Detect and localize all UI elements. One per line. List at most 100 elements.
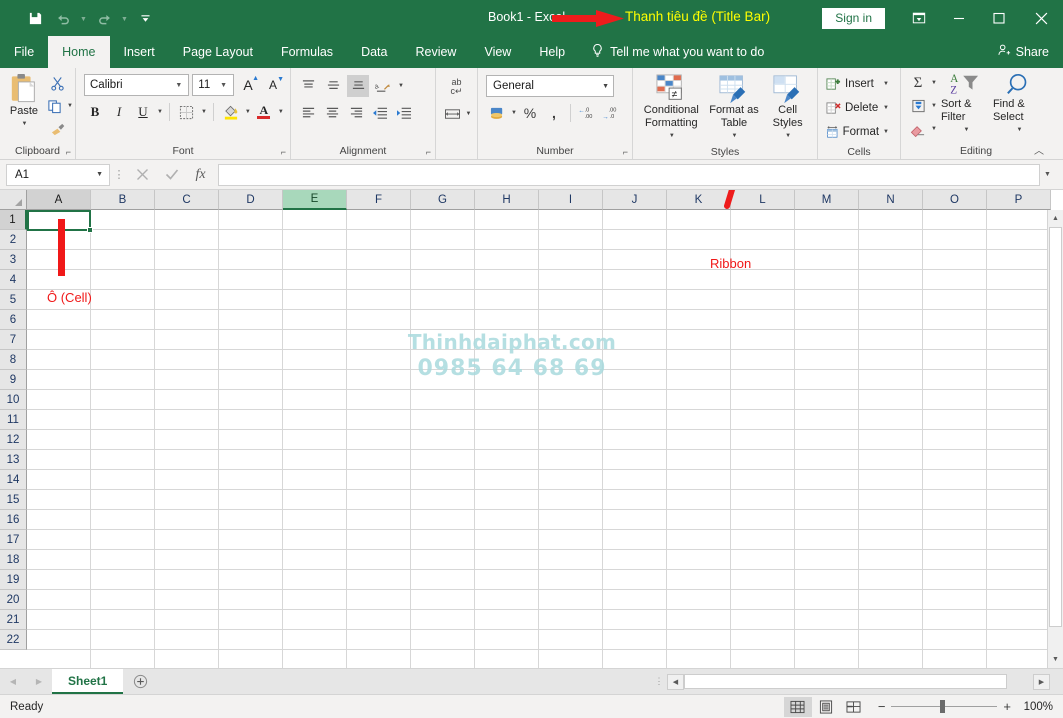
row-header-9[interactable]: 9 bbox=[0, 370, 27, 390]
paste-dropdown-icon[interactable]: ▼ bbox=[22, 118, 28, 131]
copy-icon[interactable] bbox=[43, 95, 65, 117]
font-color-icon[interactable]: A bbox=[253, 101, 275, 123]
fill-color-dropdown-icon[interactable]: ▼ bbox=[245, 109, 251, 115]
autosum-dropdown-icon[interactable]: ▼ bbox=[931, 80, 937, 86]
font-name-input[interactable]: Calibri ▼ bbox=[84, 74, 190, 96]
tab-formulas[interactable]: Formulas bbox=[267, 36, 347, 68]
column-header-n[interactable]: N bbox=[859, 190, 923, 210]
comma-style-button[interactable]: , bbox=[543, 102, 565, 124]
delete-cells-dropdown-icon[interactable]: ▼ bbox=[883, 105, 895, 111]
top-align-icon[interactable] bbox=[297, 75, 319, 97]
bottom-align-icon[interactable] bbox=[347, 75, 369, 97]
clear-icon[interactable] bbox=[907, 118, 929, 140]
ribbon-display-options-icon[interactable] bbox=[899, 3, 939, 33]
increase-decimal-icon[interactable]: ← .0.00 bbox=[576, 102, 598, 124]
undo-icon[interactable] bbox=[50, 6, 76, 30]
format-cells-dropdown-icon[interactable]: ▼ bbox=[883, 129, 895, 135]
format-as-table-button[interactable]: Format as Table ▼ bbox=[705, 72, 763, 145]
name-box-dropdown-icon[interactable]: ▼ bbox=[96, 171, 106, 178]
add-sheet-icon[interactable] bbox=[123, 669, 157, 694]
row-header-14[interactable]: 14 bbox=[0, 470, 27, 490]
row-header-7[interactable]: 7 bbox=[0, 330, 27, 350]
sort-filter-dropdown-icon[interactable]: ▼ bbox=[963, 124, 969, 137]
cell-area[interactable]: Ô (Cell) Ribbon Thinhdaiphat.com 0985 64… bbox=[27, 190, 1063, 668]
minimize-icon[interactable] bbox=[939, 3, 979, 33]
middle-align-icon[interactable] bbox=[322, 75, 344, 97]
row-header-18[interactable]: 18 bbox=[0, 550, 27, 570]
fill-icon[interactable] bbox=[907, 95, 929, 117]
delete-cells-button[interactable]: Delete ▼ bbox=[823, 96, 898, 120]
expand-formula-bar-icon[interactable]: ▼ bbox=[1040, 171, 1055, 178]
tab-page-layout[interactable]: Page Layout bbox=[169, 36, 267, 68]
column-header-m[interactable]: M bbox=[795, 190, 859, 210]
column-header-e[interactable]: E bbox=[283, 190, 347, 210]
maximize-icon[interactable] bbox=[979, 3, 1019, 33]
close-icon[interactable] bbox=[1019, 3, 1063, 33]
page-layout-view-icon[interactable] bbox=[812, 697, 840, 717]
formula-input[interactable] bbox=[218, 163, 1040, 186]
underline-dropdown-icon[interactable]: ▼ bbox=[157, 109, 163, 115]
scroll-up-icon[interactable]: ▲ bbox=[1048, 210, 1063, 227]
vertical-scroll-thumb[interactable] bbox=[1049, 227, 1062, 627]
redo-dropdown-icon[interactable]: ▼ bbox=[119, 6, 130, 30]
fill-color-icon[interactable] bbox=[220, 101, 242, 123]
tab-help[interactable]: Help bbox=[525, 36, 579, 68]
tab-review[interactable]: Review bbox=[401, 36, 470, 68]
alignment-dialog-launcher[interactable]: ⌐ bbox=[426, 147, 431, 157]
cell-styles-button[interactable]: Cell Styles ▼ bbox=[764, 72, 812, 145]
normal-view-icon[interactable] bbox=[783, 696, 812, 717]
vertical-scrollbar[interactable]: ▲ ▼ bbox=[1047, 210, 1063, 668]
row-header-17[interactable]: 17 bbox=[0, 530, 27, 550]
prev-sheet-icon[interactable]: ◀ bbox=[0, 669, 26, 694]
insert-function-icon[interactable]: fx bbox=[186, 164, 215, 186]
decrease-font-size-icon[interactable]: A ▼ bbox=[262, 74, 284, 96]
cell-styles-dropdown-icon[interactable]: ▼ bbox=[785, 130, 791, 143]
row-header-4[interactable]: 4 bbox=[0, 270, 27, 290]
zoom-track[interactable] bbox=[891, 700, 998, 713]
accounting-dropdown-icon[interactable]: ▼ bbox=[511, 110, 517, 116]
number-dialog-launcher[interactable]: ⌐ bbox=[623, 147, 628, 157]
increase-font-size-icon[interactable]: A ▲ bbox=[237, 74, 259, 96]
row-header-22[interactable]: 22 bbox=[0, 630, 27, 650]
row-header-19[interactable]: 19 bbox=[0, 570, 27, 590]
align-left-icon[interactable] bbox=[297, 102, 319, 124]
tab-insert[interactable]: Insert bbox=[110, 36, 169, 68]
column-header-a[interactable]: A bbox=[27, 190, 91, 210]
format-as-table-dropdown-icon[interactable]: ▼ bbox=[732, 130, 738, 143]
format-cells-button[interactable]: Format ▼ bbox=[823, 120, 898, 144]
clear-dropdown-icon[interactable]: ▼ bbox=[931, 126, 937, 132]
underline-button[interactable]: U bbox=[132, 101, 154, 123]
scroll-down-icon[interactable]: ▼ bbox=[1048, 651, 1063, 668]
row-header-8[interactable]: 8 bbox=[0, 350, 27, 370]
row-header-12[interactable]: 12 bbox=[0, 430, 27, 450]
clipboard-dialog-launcher[interactable]: ⌐ bbox=[66, 147, 71, 157]
undo-dropdown-icon[interactable]: ▼ bbox=[78, 6, 89, 30]
sort-filter-button[interactable]: A Z Sort & Filter ▼ bbox=[941, 72, 991, 137]
orientation-icon[interactable]: a bbox=[372, 75, 394, 97]
column-header-c[interactable]: C bbox=[155, 190, 219, 210]
tab-home[interactable]: Home bbox=[48, 36, 110, 68]
insert-cells-button[interactable]: Insert ▼ bbox=[823, 72, 898, 96]
find-select-button[interactable]: Find & Select ▼ bbox=[993, 72, 1045, 137]
bold-button[interactable]: B bbox=[84, 101, 106, 123]
increase-indent-icon[interactable] bbox=[393, 102, 415, 124]
column-header-i[interactable]: I bbox=[539, 190, 603, 210]
column-header-g[interactable]: G bbox=[411, 190, 475, 210]
sign-in-button[interactable]: Sign in bbox=[822, 7, 885, 29]
tab-file[interactable]: File bbox=[0, 36, 48, 68]
column-header-f[interactable]: F bbox=[347, 190, 411, 210]
tab-view[interactable]: View bbox=[470, 36, 525, 68]
row-header-20[interactable]: 20 bbox=[0, 590, 27, 610]
borders-dropdown-icon[interactable]: ▼ bbox=[201, 109, 207, 115]
row-header-2[interactable]: 2 bbox=[0, 230, 27, 250]
autosum-icon[interactable]: Σ bbox=[907, 72, 929, 94]
zoom-in-button[interactable]: + bbox=[1003, 699, 1011, 714]
italic-button[interactable]: I bbox=[108, 101, 130, 123]
scroll-left-icon[interactable]: ◀ bbox=[667, 673, 684, 690]
sheet-tab-sheet1[interactable]: Sheet1 bbox=[52, 669, 124, 694]
row-header-16[interactable]: 16 bbox=[0, 510, 27, 530]
align-center-icon[interactable] bbox=[321, 102, 343, 124]
conditional-formatting-dropdown-icon[interactable]: ▼ bbox=[669, 130, 675, 143]
find-select-dropdown-icon[interactable]: ▼ bbox=[1016, 124, 1022, 137]
align-right-icon[interactable] bbox=[345, 102, 367, 124]
